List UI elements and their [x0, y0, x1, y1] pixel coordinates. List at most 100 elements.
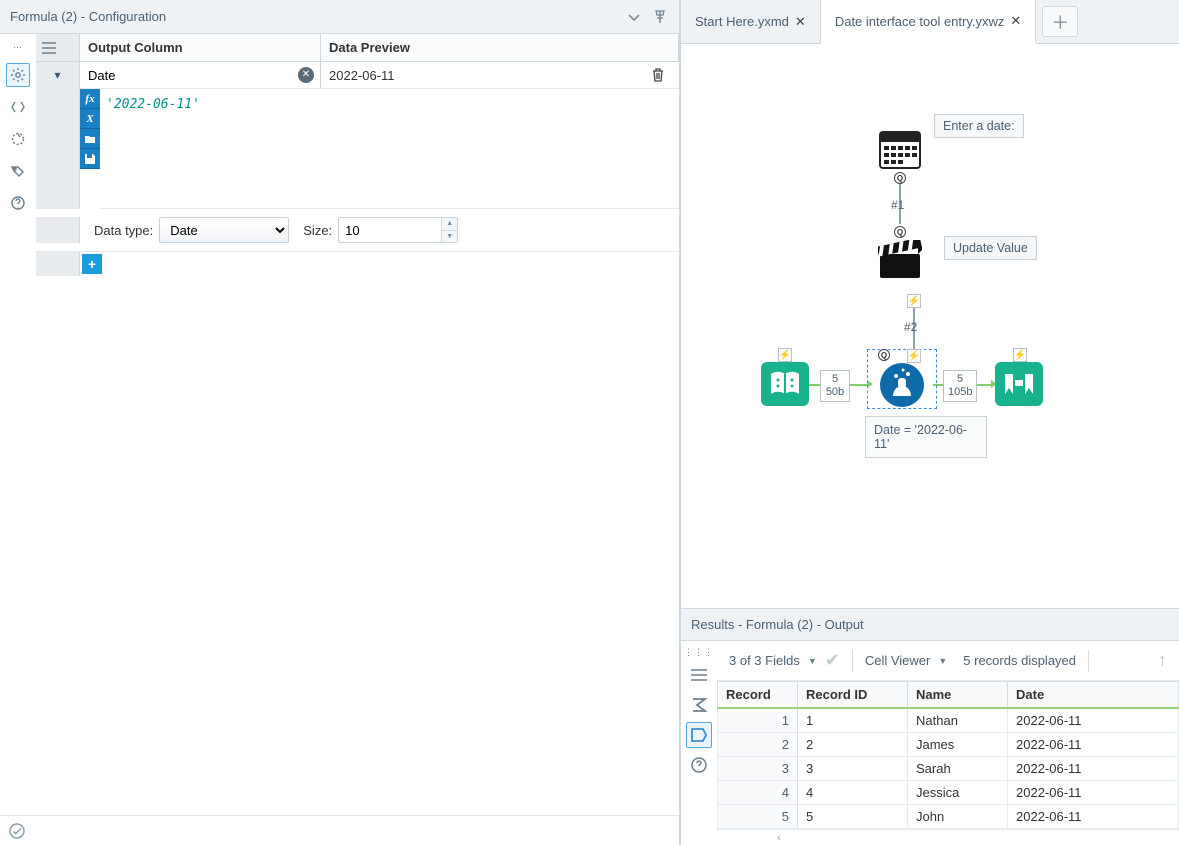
formula-tool-icon[interactable] — [879, 362, 925, 411]
q-anchor-icon: Q — [878, 349, 890, 361]
cell-record-id: 5 — [798, 805, 908, 829]
summary-tab-icon[interactable] — [686, 692, 712, 718]
minimize-icon[interactable] — [625, 8, 643, 26]
data-type-select[interactable]: Date — [159, 217, 289, 243]
out-record-badge: 5105b — [943, 370, 977, 402]
results-toolbar: 3 of 3 Fields ▼ ✔ Cell Viewer ▼ 5 record… — [717, 641, 1179, 681]
fields-count[interactable]: 3 of 3 Fields — [729, 653, 800, 668]
col-record-id[interactable]: Record ID — [798, 682, 908, 709]
trash-icon[interactable] — [649, 66, 667, 84]
table-row[interactable]: 33Sarah2022-06-11 — [718, 757, 1179, 781]
row-number: 1 — [718, 708, 798, 733]
table-row[interactable]: 55John2022-06-11 — [718, 805, 1179, 829]
status-strip — [0, 815, 679, 845]
cell-viewer[interactable]: Cell Viewer — [865, 653, 931, 668]
input-tool-icon[interactable] — [761, 362, 809, 409]
tag-tab-icon[interactable] — [6, 159, 30, 183]
tab-date-interface[interactable]: Date interface tool entry.yxwz ✕ — [821, 0, 1036, 44]
chevron-down-icon[interactable]: ▾ — [54, 68, 60, 82]
cell-name: James — [908, 733, 1008, 757]
var-x-icon[interactable]: X — [80, 109, 100, 129]
date-tool-icon[interactable] — [878, 128, 922, 170]
list-icon[interactable] — [42, 42, 56, 54]
caret-down-icon[interactable]: ▼ — [808, 656, 817, 666]
close-icon[interactable]: ✕ — [795, 14, 806, 30]
lightning-anchor-icon: ⚡ — [778, 348, 792, 362]
results-header: Results - Formula (2) - Output — [681, 609, 1179, 641]
formula-column-header: Output Column Data Preview — [36, 34, 679, 62]
conn-2-label: #2 — [904, 320, 917, 334]
lightning-anchor-icon: ⚡ — [907, 294, 921, 308]
output-column-header: Output Column — [80, 34, 321, 61]
date-tool-label: Enter a date: — [934, 114, 1024, 138]
cell-name: Jessica — [908, 781, 1008, 805]
table-row[interactable]: 11Nathan2022-06-11 — [718, 708, 1179, 733]
new-tab-button[interactable]: ＋ — [1042, 6, 1078, 37]
table-row[interactable]: 44Jessica2022-06-11 — [718, 781, 1179, 805]
cell-name: John — [908, 805, 1008, 829]
config-side-tab-strip: ⋯ — [0, 34, 36, 815]
browse-tool-icon[interactable] — [995, 362, 1043, 409]
q-anchor-icon: Q — [894, 226, 906, 238]
config-title: Formula (2) - Configuration — [10, 9, 166, 24]
clear-field-icon[interactable]: ✕ — [298, 67, 314, 83]
tab-label: Start Here.yxmd — [695, 14, 789, 29]
grip-icon[interactable]: ⋮⋮⋮ — [684, 647, 714, 658]
col-date[interactable]: Date — [1008, 682, 1179, 709]
col-record[interactable]: Record — [718, 682, 798, 709]
check-icon[interactable]: ✔ — [825, 650, 840, 671]
action-tool-icon[interactable] — [878, 240, 922, 280]
close-icon[interactable]: ✕ — [1010, 13, 1021, 29]
lightning-anchor-icon: ⚡ — [1013, 348, 1027, 362]
results-title: Results - Formula (2) - Output — [691, 617, 864, 632]
formula-annotation: Date = '2022-06-11' — [865, 416, 987, 458]
workflow-tab-bar: Start Here.yxmd ✕ Date interface tool en… — [681, 0, 1179, 44]
in-record-badge: 550b — [820, 370, 850, 402]
row-number: 2 — [718, 733, 798, 757]
cell-record-id: 3 — [798, 757, 908, 781]
preview-value: 2022-06-11 — [329, 68, 395, 83]
messages-tab-icon[interactable] — [686, 662, 712, 688]
folder-icon[interactable] — [80, 129, 100, 149]
save-icon[interactable] — [80, 149, 100, 169]
tab-start-here[interactable]: Start Here.yxmd ✕ — [681, 0, 821, 43]
grip-icon[interactable]: ⋯ — [13, 42, 23, 53]
pin-icon[interactable] — [651, 8, 669, 26]
cell-date: 2022-06-11 — [1008, 733, 1179, 757]
tab-label: Date interface tool entry.yxwz — [835, 14, 1005, 29]
cell-record-id: 2 — [798, 733, 908, 757]
type-size-row: Data type: Date Size: ▲▼ — [36, 209, 679, 252]
output-column-input[interactable] — [86, 67, 314, 84]
caret-down-icon[interactable]: ▼ — [938, 656, 947, 666]
help-tab-icon[interactable] — [6, 191, 30, 215]
add-expression-button[interactable]: + — [82, 254, 102, 274]
size-input[interactable] — [338, 217, 458, 243]
xml-tab-icon[interactable] — [6, 95, 30, 119]
cell-record-id: 1 — [798, 708, 908, 733]
cell-date: 2022-06-11 — [1008, 757, 1179, 781]
size-label: Size: — [303, 223, 332, 238]
results-side-tab-strip: ⋮⋮⋮ — [681, 641, 717, 845]
data-tab-icon[interactable] — [686, 722, 712, 748]
col-name[interactable]: Name — [908, 682, 1008, 709]
row-number: 5 — [718, 805, 798, 829]
expression-editor[interactable]: '2022-06-11' — [100, 89, 679, 209]
row-number: 4 — [718, 781, 798, 805]
up-arrow-icon[interactable]: ↑ — [1158, 650, 1167, 671]
config-panel-header: Formula (2) - Configuration — [0, 0, 679, 34]
cell-date: 2022-06-11 — [1008, 805, 1179, 829]
help-tab-icon[interactable] — [686, 752, 712, 778]
cell-name: Nathan — [908, 708, 1008, 733]
workflow-canvas[interactable]: Q Enter a date: #1 Q Update Value ⚡ #2 ⚡ — [681, 44, 1179, 608]
table-row[interactable]: 22James2022-06-11 — [718, 733, 1179, 757]
results-grid[interactable]: Record Record ID Name Date 11Nathan2022-… — [717, 681, 1179, 829]
formula-field-row: ▾ ✕ 2022-06-11 — [36, 62, 679, 89]
records-display: 5 records displayed — [963, 653, 1076, 668]
config-tab-icon[interactable] — [6, 63, 30, 87]
grid-header-row: Record Record ID Name Date — [718, 682, 1179, 709]
hscroll-indicator[interactable]: ‹ — [717, 829, 1179, 845]
fx-icon[interactable]: fx — [80, 89, 100, 109]
nav-tab-icon[interactable] — [6, 127, 30, 151]
size-spinner[interactable]: ▲▼ — [441, 218, 457, 242]
data-type-label: Data type: — [94, 223, 153, 238]
